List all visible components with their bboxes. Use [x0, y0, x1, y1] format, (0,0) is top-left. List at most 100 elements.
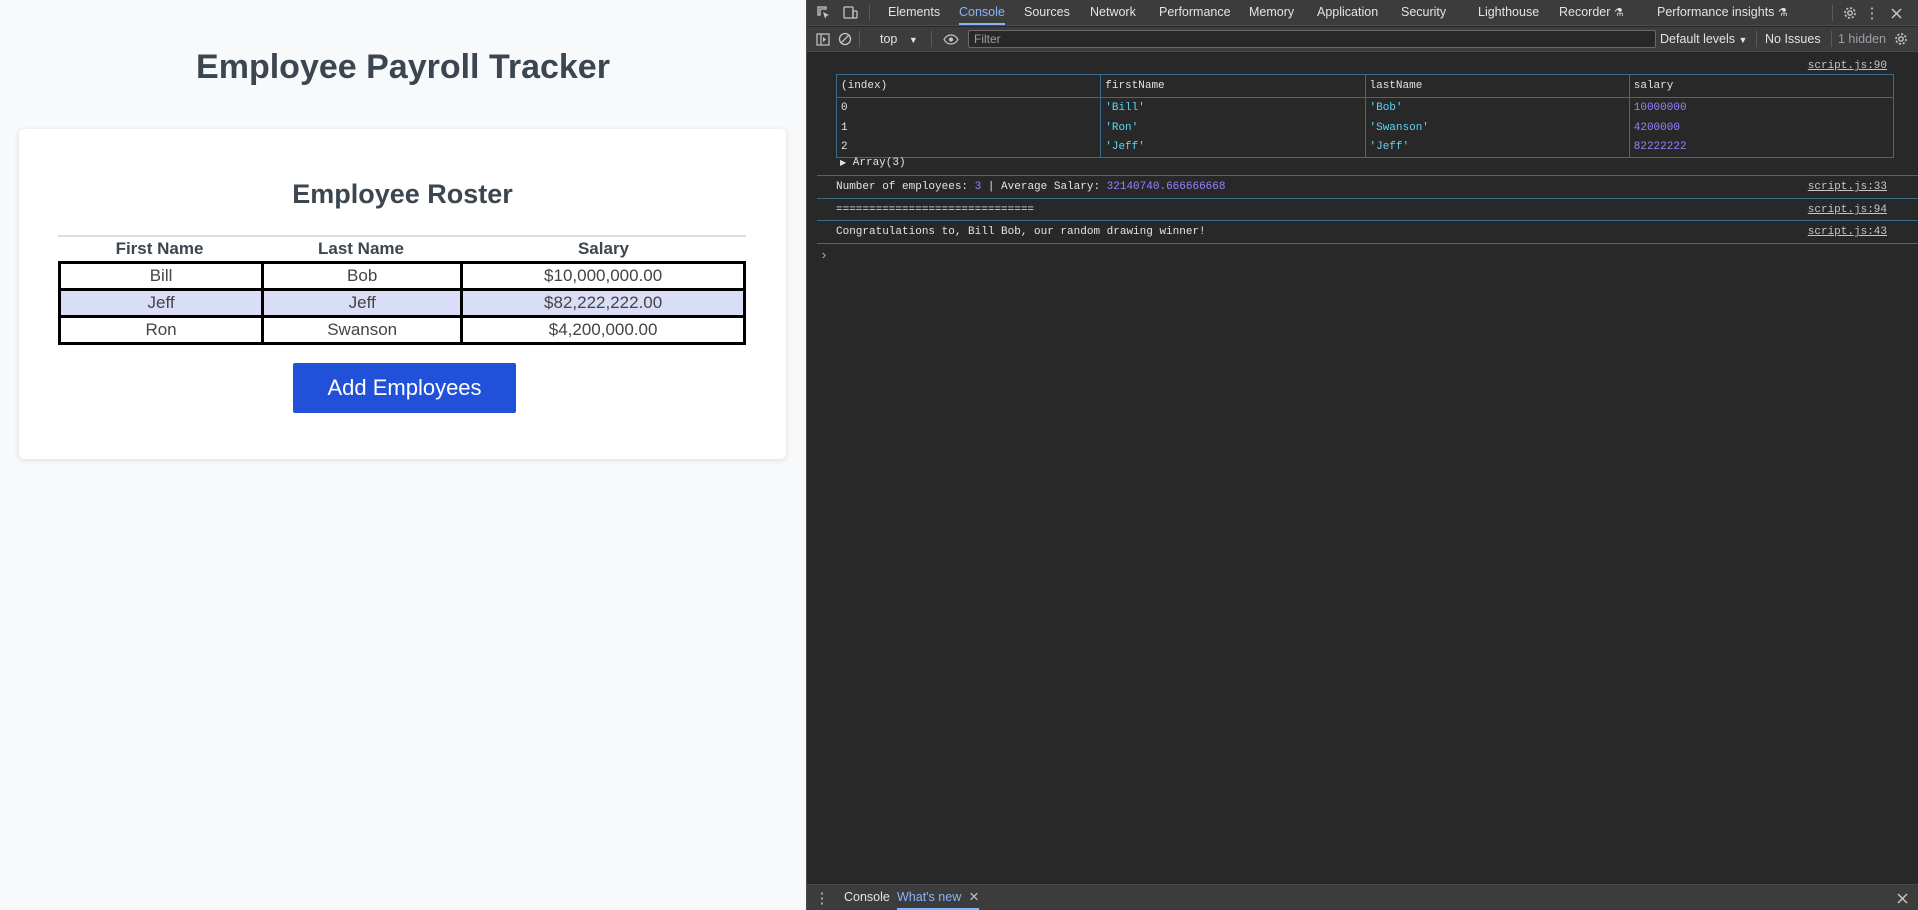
toolbar-divider [931, 31, 932, 47]
tab-console[interactable]: Console [959, 0, 1005, 25]
inspect-element-icon[interactable] [815, 4, 833, 22]
last-name-cell: 'Jeff' [1364, 137, 1630, 158]
hidden-count: 1 hidden [1838, 32, 1886, 46]
last-name-cell: 'Bob' [1364, 97, 1630, 118]
tab-performance-insights-label: Performance insights [1657, 5, 1775, 19]
tab-sources[interactable]: Sources [1024, 0, 1070, 25]
last-name-cell: Jeff [264, 291, 461, 315]
table-row: Jeff Jeff $82,222,222.00 [61, 291, 743, 315]
drawer-tab-label: What's new [897, 890, 962, 904]
first-name-cell: 'Bill' [1100, 97, 1366, 118]
console-table: (index) firstName lastName salary 0 'Bil… [835, 74, 1895, 158]
array-expander[interactable]: ▶ Array(3) [840, 157, 906, 169]
roster-table: Bill Bob $10,000,000.00 Jeff Jeff $82,22… [58, 261, 746, 345]
live-expression-eye-icon[interactable] [941, 30, 961, 48]
settings-gear-icon[interactable] [1841, 4, 1859, 22]
table-header[interactable]: salary [1628, 74, 1895, 98]
first-name-cell: 'Jeff' [1100, 137, 1366, 158]
tab-performance-insights[interactable]: Performance insights ⚗ [1657, 0, 1788, 25]
close-tab-icon[interactable]: ✕ [969, 890, 979, 904]
avg-value: 32140740.666666668 [1106, 181, 1226, 193]
source-link[interactable]: script.js:33 [1808, 181, 1887, 193]
devtools-tab-bar: Elements Console Sources Network Perform… [807, 0, 1918, 26]
tab-memory[interactable]: Memory [1249, 0, 1294, 25]
salary-cell: 10000000 [1628, 97, 1895, 118]
drawer-tab-console[interactable]: Console [844, 885, 890, 910]
array-label: Array(3) [852, 157, 906, 169]
tab-performance[interactable]: Performance [1159, 0, 1231, 25]
source-link[interactable]: script.js:43 [1808, 226, 1887, 238]
table-header[interactable]: firstName [1100, 74, 1366, 98]
drawer-menu-icon[interactable]: ⋮ [815, 889, 830, 907]
app-page: Employee Payroll Tracker Employee Roster… [0, 0, 806, 910]
toolbar-divider [1756, 31, 1757, 47]
table-header[interactable]: lastName [1364, 74, 1630, 98]
context-label: top [880, 32, 898, 46]
roster-card: Employee Roster First Name Last Name Sal… [19, 129, 786, 459]
roster-title: Employee Roster [292, 179, 513, 209]
device-toolbar-icon[interactable] [841, 4, 859, 22]
column-salary: Salary [577, 239, 630, 258]
message-divider [817, 243, 1918, 244]
table-row: Ron Swanson $4,200,000.00 [61, 318, 743, 342]
clear-console-icon[interactable] [836, 30, 854, 48]
index-cell: 1 [835, 117, 1102, 138]
add-employees-button[interactable]: Add Employees [293, 363, 516, 413]
winner-message: Congratulations to, Bill Bob, our random… [836, 226, 1206, 238]
close-devtools-icon[interactable] [1887, 4, 1905, 22]
tab-lighthouse[interactable]: Lighthouse [1478, 0, 1539, 25]
context-selector[interactable]: top ▼ [880, 27, 918, 51]
source-link[interactable]: script.js:94 [1808, 204, 1887, 216]
sidebar-toggle-icon[interactable] [814, 30, 832, 48]
console-prompt[interactable]: › [820, 248, 828, 263]
employee-count-message: Number of employees: 3 | Average Salary:… [836, 181, 1225, 193]
toolbar-divider [1832, 5, 1833, 21]
tab-network[interactable]: Network [1090, 0, 1136, 25]
drawer-tab-whats-new[interactable]: What's new ✕ [897, 885, 980, 910]
toolbar-divider [869, 5, 870, 21]
expand-triangle-icon: ▶ [840, 159, 847, 168]
tab-application[interactable]: Application [1317, 0, 1378, 25]
tab-recorder[interactable]: Recorder ⚗ [1559, 0, 1624, 25]
table-row: 2 'Jeff' 'Jeff' 82222222 [835, 137, 1895, 158]
tab-security[interactable]: Security [1401, 0, 1446, 25]
message-divider [817, 198, 1918, 199]
salary-cell: $4,200,000.00 [463, 318, 743, 342]
tab-recorder-label: Recorder [1559, 5, 1611, 19]
issues-counter[interactable]: No Issues [1765, 27, 1821, 51]
console-settings-gear-icon[interactable] [1892, 30, 1910, 48]
tab-elements[interactable]: Elements [888, 0, 940, 25]
experiment-flask-icon: ⚗ [1777, 7, 1788, 19]
first-name-cell: Jeff [61, 291, 262, 315]
more-options-icon[interactable]: ⋮ [1865, 4, 1880, 22]
salary-cell: 4200000 [1628, 117, 1895, 138]
log-levels-label: Default levels [1660, 32, 1736, 46]
first-name-cell: Bill [61, 264, 262, 288]
message-divider [817, 220, 1918, 221]
table-row: Bill Bob $10,000,000.00 [61, 264, 743, 288]
salary-cell: 82222222 [1628, 137, 1895, 158]
salary-cell: $82,222,222.00 [463, 291, 743, 315]
table-header[interactable]: (index) [835, 74, 1102, 98]
experiment-flask-icon: ⚗ [1613, 7, 1624, 19]
last-name-cell: 'Swanson' [1364, 117, 1630, 138]
devtools-panel: Elements Console Sources Network Perform… [806, 0, 1918, 910]
page-title: Employee Payroll Tracker [196, 48, 610, 86]
close-drawer-icon[interactable] [1893, 889, 1911, 907]
console-table-header: (index) firstName lastName salary [835, 74, 1895, 98]
column-first-name: First Name [115, 239, 204, 258]
log-levels-dropdown[interactable]: Default levels ▼ [1660, 27, 1747, 51]
last-name-cell: Swanson [264, 318, 461, 342]
table-row: 1 'Ron' 'Swanson' 4200000 [835, 117, 1895, 138]
separator-message: ============================== [836, 204, 1035, 216]
count-prefix: Number of employees: [836, 181, 975, 193]
salary-cell: $10,000,000.00 [463, 264, 743, 288]
last-name-cell: Bob [264, 264, 461, 288]
dropdown-arrow-icon: ▼ [908, 35, 918, 45]
column-last-name: Last Name [318, 239, 404, 258]
devtools-drawer: ⋮ Console What's new ✕ [807, 884, 1918, 910]
console-filter-input[interactable]: Filter [968, 30, 1656, 48]
roster-header: First Name Last Name Salary [58, 235, 746, 258]
source-link[interactable]: script.js:90 [1808, 60, 1887, 72]
first-name-cell: Ron [61, 318, 262, 342]
